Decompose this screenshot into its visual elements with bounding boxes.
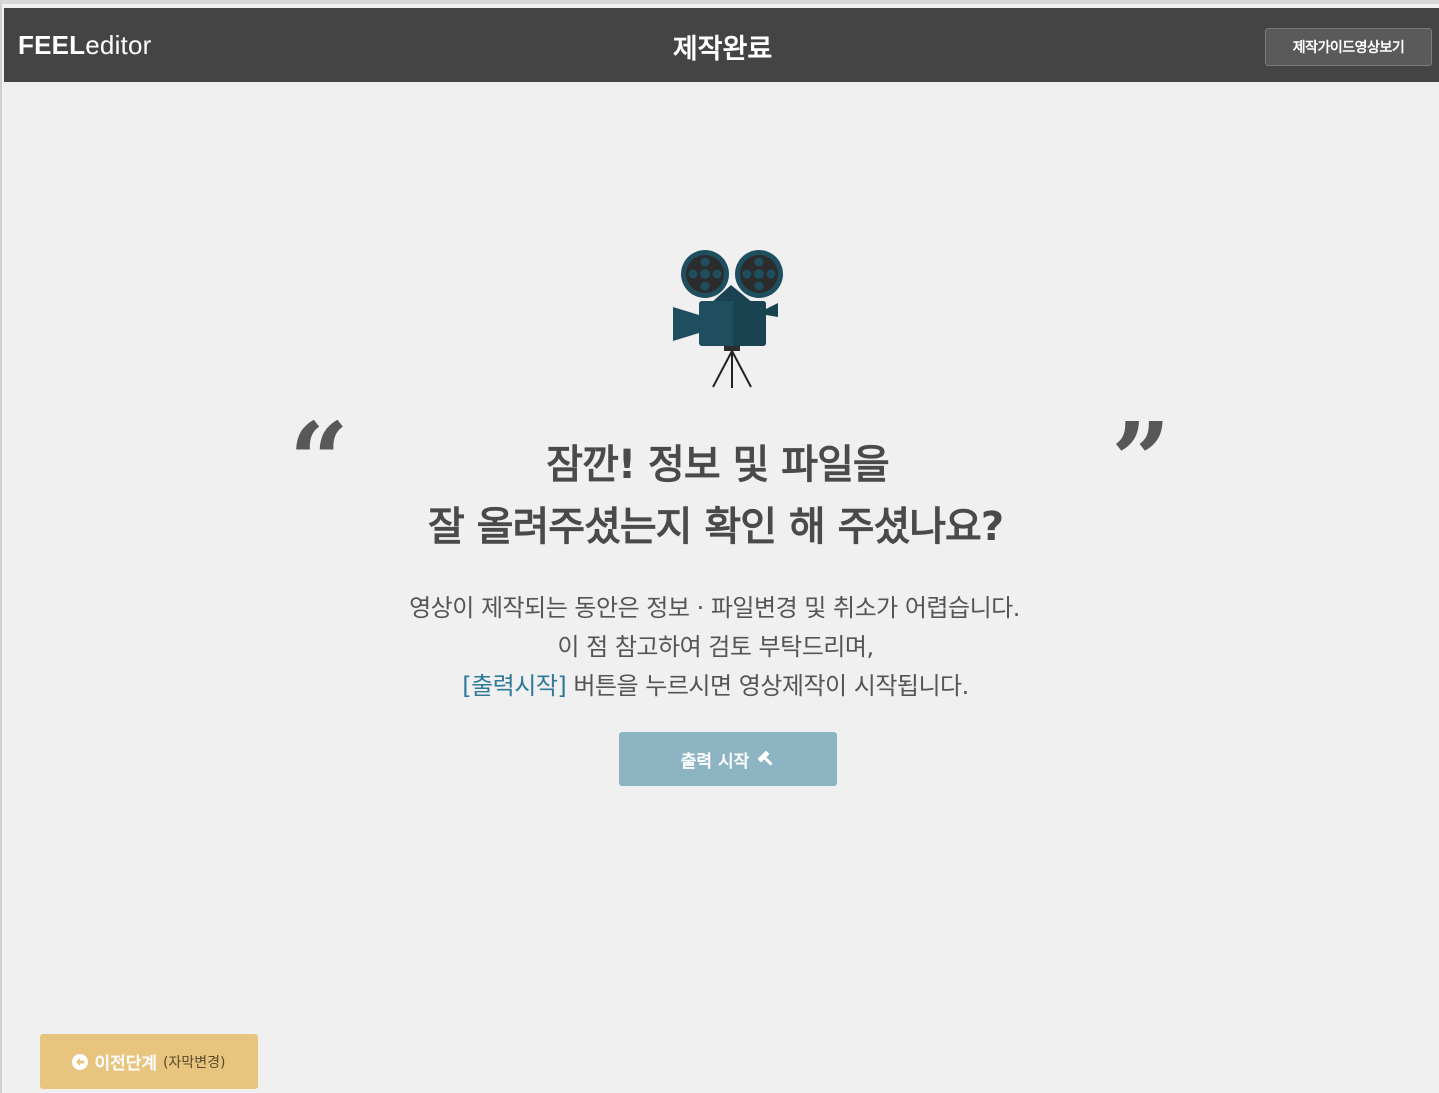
start-output-highlight: [출력시작] [462, 672, 567, 700]
previous-step-label: 이전단계 [94, 1054, 158, 1074]
page-title: 제작완료 [672, 34, 773, 65]
description-line3-rest: 버튼을 누르시면 영상제작이 시작됩니다. [566, 672, 969, 700]
reel-right [735, 250, 783, 298]
start-output-button[interactable]: 출력 시작 [619, 732, 837, 786]
guide-video-button[interactable]: 제작가이드영상보기 [1265, 28, 1432, 66]
film-projector-icon [673, 250, 783, 388]
app-frame: FEELeditor 제작완료 제작가이드영상보기 “ ” 잠깐! 정보 및 파… [0, 0, 1439, 1093]
headline-line1: 잠깐! 정보 및 파일을 [546, 442, 889, 488]
circle-arrow-left-icon [72, 1053, 89, 1070]
headline-line2: 잘 올려주셨는지 확인 해 주셨나요? [427, 504, 1004, 550]
hammer-icon [758, 750, 773, 766]
description-line1: 영상이 제작되는 동안은 정보 · 파일변경 및 취소가 어렵습니다. [409, 594, 1020, 622]
top-bar: FEELeditor 제작완료 제작가이드영상보기 [4, 8, 1439, 82]
previous-step-sublabel: (자막변경) [163, 1054, 226, 1071]
description-line2: 이 점 참고하여 검토 부탁드리며, [557, 633, 874, 661]
previous-step-button[interactable]: 이전단계 (자막변경) [40, 1034, 258, 1089]
reel-left [681, 250, 729, 298]
start-output-label: 출력 시작 [680, 751, 750, 772]
description-line3: [출력시작] 버튼을 누르시면 영상제작이 시작됩니다. [0, 666, 1435, 701]
